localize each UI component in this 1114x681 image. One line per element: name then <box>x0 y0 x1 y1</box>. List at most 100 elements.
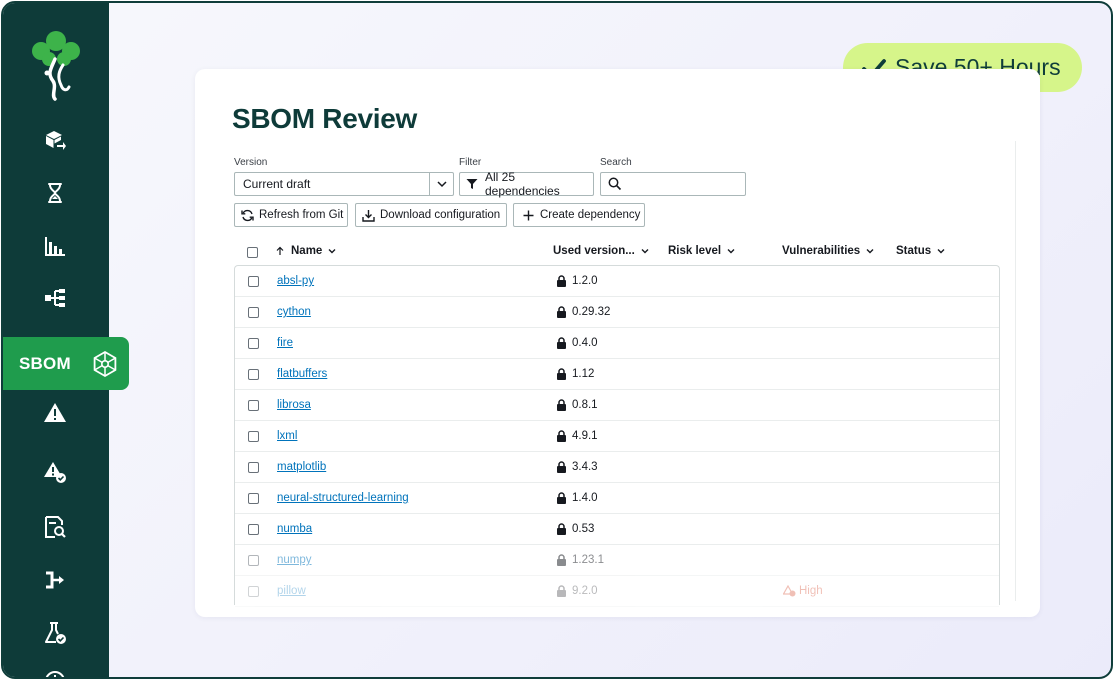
version-cell: 1.2.0 <box>556 275 598 287</box>
dependency-name-link[interactable]: neural-structured-learning <box>277 492 409 504</box>
column-name-label: Name <box>291 245 323 257</box>
version-value: 1.4.0 <box>572 492 598 504</box>
chevron-down-icon <box>328 249 336 254</box>
row-checkbox[interactable] <box>248 462 259 473</box>
logo-icon <box>32 31 80 101</box>
refresh-icon <box>241 209 254 221</box>
column-header-risk[interactable]: Risk level <box>668 245 736 257</box>
row-checkbox[interactable] <box>248 307 259 318</box>
version-cell: 0.8.1 <box>556 399 598 411</box>
package-arrow-icon[interactable] <box>39 123 71 155</box>
row-checkbox[interactable] <box>248 586 259 597</box>
version-value: 1.12 <box>572 368 595 380</box>
table-row: neural-structured-learning 1.4.0 <box>235 483 999 514</box>
download-label: Download configuration <box>380 209 501 221</box>
app-frame: SBOM Save 50+ Hours SBOM Review Version … <box>1 1 1113 679</box>
lock-icon <box>557 461 566 473</box>
version-cell: 4.9.1 <box>556 430 598 442</box>
column-risk-label: Risk level <box>668 245 722 257</box>
refresh-from-git-button[interactable]: Refresh from Git <box>234 203 348 227</box>
sidebar-item-label: SBOM <box>19 353 71 373</box>
version-select[interactable]: Current draft <box>234 172 454 196</box>
arrow-flow-icon[interactable] <box>39 564 71 596</box>
refresh-label: Refresh from Git <box>259 209 344 221</box>
flask-check-icon[interactable] <box>39 617 71 649</box>
version-cell: 0.53 <box>556 523 594 535</box>
create-dependency-button[interactable]: Create dependency <box>513 203 645 227</box>
column-version-label: Used version... <box>553 245 635 257</box>
hourglass-icon[interactable] <box>39 177 71 209</box>
dependency-name-link[interactable]: cython <box>277 306 311 318</box>
sidebar-item-sbom[interactable]: SBOM <box>3 337 129 390</box>
dependency-name-link[interactable]: fire <box>277 337 293 349</box>
row-checkbox[interactable] <box>248 369 259 380</box>
filter-dropdown[interactable]: All 25 dependencies <box>459 170 594 198</box>
warning-check-icon[interactable] <box>39 456 71 488</box>
version-value: 9.2.0 <box>572 585 598 597</box>
warning-icon[interactable] <box>39 397 71 429</box>
version-cell: 3.4.3 <box>556 461 598 473</box>
search-label: Search <box>600 157 632 168</box>
lock-icon <box>557 337 566 349</box>
dependency-name-link[interactable]: numpy <box>277 554 312 566</box>
table-row: librosa 0.8.1 <box>235 390 999 421</box>
column-header-vulnerabilities[interactable]: Vulnerabilities <box>782 245 875 257</box>
lock-icon <box>557 399 566 411</box>
dependency-name-link[interactable]: pillow <box>277 585 306 597</box>
lock-icon <box>557 275 566 287</box>
tree-structure-icon[interactable] <box>39 282 71 314</box>
column-header-name[interactable]: Name <box>275 245 337 257</box>
dependency-name-link[interactable]: numba <box>277 523 312 535</box>
version-cell: 0.29.32 <box>556 306 610 318</box>
table-row: lxml 4.9.1 <box>235 421 999 452</box>
vulnerability-severity: High <box>799 585 823 597</box>
sbom-network-icon <box>93 350 117 378</box>
column-vulnerabilities-label: Vulnerabilities <box>782 245 861 257</box>
clock-icon[interactable] <box>39 665 71 677</box>
vulnerability-cell: High <box>783 585 823 597</box>
column-header-version[interactable]: Used version... <box>553 245 650 257</box>
version-value: 1.2.0 <box>572 275 598 287</box>
chevron-down-icon <box>641 249 649 254</box>
sbom-review-card: SBOM Review Version Filter Search Curren… <box>195 69 1040 617</box>
dependency-name-link[interactable]: librosa <box>277 399 311 411</box>
row-checkbox[interactable] <box>248 431 259 442</box>
chevron-down-icon <box>937 249 945 254</box>
search-icon <box>608 177 622 191</box>
dependencies-table: absl-py 1.2.0 cython 0.29.32 fire 0.4.0 … <box>234 265 1000 607</box>
row-checkbox[interactable] <box>248 400 259 411</box>
version-cell: 0.4.0 <box>556 337 598 349</box>
lock-icon <box>557 554 566 566</box>
table-row: matplotlib 3.4.3 <box>235 452 999 483</box>
page-title: SBOM Review <box>232 103 417 134</box>
select-all-checkbox[interactable] <box>247 247 258 258</box>
row-checkbox[interactable] <box>248 555 259 566</box>
version-value: 4.9.1 <box>572 430 598 442</box>
dependency-name-link[interactable]: lxml <box>277 430 297 442</box>
bar-chart-icon[interactable] <box>39 230 71 262</box>
dependency-name-link[interactable]: absl-py <box>277 275 314 287</box>
lock-icon <box>557 585 566 597</box>
version-value: 0.4.0 <box>572 337 598 349</box>
dependency-name-link[interactable]: flatbuffers <box>277 368 327 380</box>
divider <box>1015 141 1016 601</box>
table-row: flatbuffers 1.12 <box>235 359 999 390</box>
row-checkbox[interactable] <box>248 493 259 504</box>
row-checkbox[interactable] <box>248 276 259 287</box>
row-checkbox[interactable] <box>248 524 259 535</box>
table-row: absl-py 1.2.0 <box>235 266 999 297</box>
lock-icon <box>557 368 566 380</box>
filter-icon <box>466 179 478 189</box>
chevron-down-icon <box>727 249 735 254</box>
version-cell: 1.4.0 <box>556 492 598 504</box>
sort-ascending-icon <box>276 246 284 255</box>
document-search-icon[interactable] <box>39 511 71 543</box>
row-checkbox[interactable] <box>248 338 259 349</box>
table-row: numpy 1.23.1 <box>235 545 999 576</box>
download-configuration-button[interactable]: Download configuration <box>355 203 507 227</box>
version-value: 3.4.3 <box>572 461 598 473</box>
dependency-name-link[interactable]: matplotlib <box>277 461 326 473</box>
create-label: Create dependency <box>540 209 641 221</box>
vulnerability-warning-icon <box>783 585 796 597</box>
column-header-status[interactable]: Status <box>896 245 946 257</box>
